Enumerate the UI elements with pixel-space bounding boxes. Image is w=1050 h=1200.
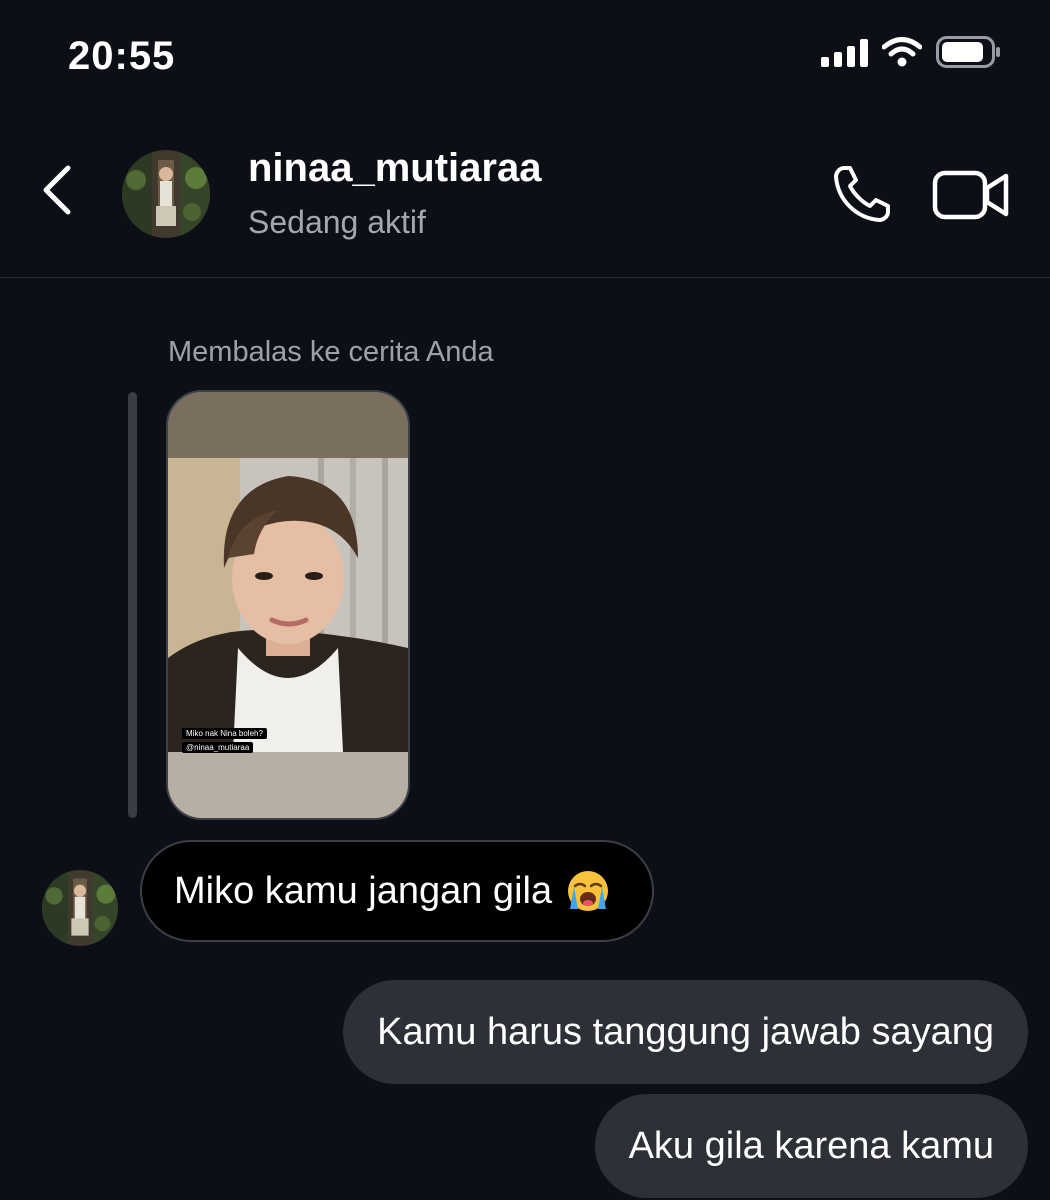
- message-bubble-outgoing[interactable]: Kamu harus tanggung jawab sayang: [343, 980, 1028, 1084]
- loudly-crying-face-emoji-icon: [568, 871, 609, 911]
- avatar[interactable]: [122, 150, 210, 238]
- story-bottom-area: [168, 752, 408, 818]
- message-text: Kamu harus tanggung jawab sayang: [377, 1010, 994, 1053]
- message-text: Aku gila karena kamu: [628, 1124, 994, 1167]
- chat-header: ninaa_mutiaraa Sedang aktif: [0, 130, 1050, 278]
- story-mention-tag: @ninaa_mutiaraa: [182, 742, 254, 753]
- story-preview[interactable]: Miko nak Nina boleh? @ninaa_mutiaraa: [166, 390, 410, 820]
- sender-avatar[interactable]: [42, 870, 118, 946]
- message-bubble-outgoing[interactable]: Aku gila karena kamu: [594, 1094, 1028, 1198]
- reply-context-label: Membalas ke cerita Anda: [168, 336, 494, 368]
- reply-indicator-bar: [128, 392, 137, 818]
- story-photo: [168, 458, 408, 752]
- chevron-left-icon[interactable]: [36, 160, 80, 220]
- signal-icon: [821, 37, 868, 67]
- battery-icon: [936, 36, 1000, 68]
- message-bubble-incoming[interactable]: Miko kamu jangan gila: [140, 840, 655, 942]
- presence-status: Sedang aktif: [248, 204, 426, 240]
- dm-thread-screen: 20:55 ninaa_mutiaraa Sedang aktif Membal…: [0, 0, 1050, 1200]
- status-icons: [821, 36, 1002, 68]
- story-top-area: [168, 392, 408, 458]
- video-camera-icon[interactable]: [932, 168, 1010, 222]
- message-text: Miko kamu jangan gila: [174, 869, 553, 912]
- status-time: 20:55: [68, 34, 176, 78]
- username[interactable]: ninaa_mutiaraa: [248, 146, 541, 191]
- phone-icon[interactable]: [830, 162, 894, 226]
- story-caption-tag: Miko nak Nina boleh?: [182, 728, 267, 739]
- wifi-icon: [882, 37, 922, 67]
